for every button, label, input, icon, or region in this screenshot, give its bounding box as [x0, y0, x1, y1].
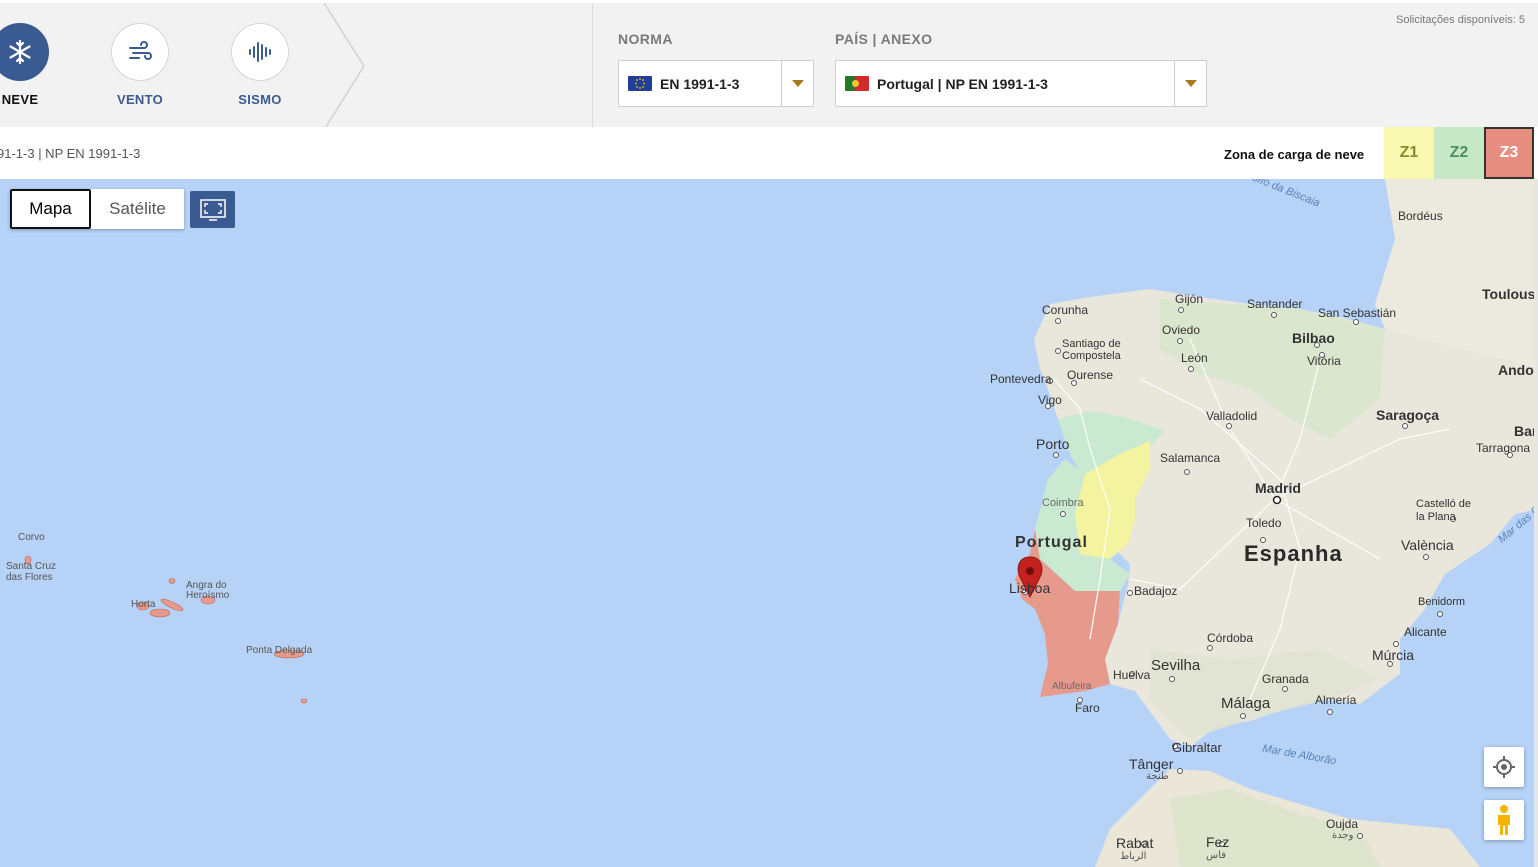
label-santander: Santander — [1247, 297, 1303, 311]
label-rabat-ar: الرباط — [1120, 851, 1147, 862]
label-espanha: Espanha — [1244, 541, 1343, 566]
label-madrid: Madrid — [1255, 480, 1301, 496]
label-angra: Angra do Heroísmo — [186, 580, 230, 601]
label-toulouse: Toulouse — [1482, 286, 1538, 302]
norm-breadcrumb: 91-1-3 | NP EN 1991-1-3 — [0, 146, 141, 161]
label-saragoca: Saragoça — [1376, 407, 1440, 423]
fullscreen-button[interactable] — [190, 191, 235, 228]
label-bordeus: Bordéus — [1398, 209, 1443, 223]
label-oujda: Oujda — [1326, 817, 1359, 831]
scrollbar[interactable] — [1534, 179, 1538, 867]
my-location-button[interactable] — [1484, 747, 1524, 787]
label-fez: Fez — [1206, 834, 1230, 850]
label-lisboa: Lisboa — [1009, 580, 1051, 596]
label-ponta-delgada: Ponta Delgada — [246, 645, 313, 656]
chevron-divider — [323, 3, 365, 130]
label-valencia: València — [1401, 537, 1454, 553]
street-view-pegman-button[interactable] — [1484, 800, 1524, 840]
label-castello: Castelló de la Plana — [1416, 498, 1472, 523]
zone-z1-button[interactable]: Z1 — [1384, 127, 1434, 179]
load-type-vento-button[interactable]: VENTO — [100, 23, 180, 107]
label-tarragona: Tarragona — [1476, 441, 1531, 455]
label-bilbao: Bilbao — [1292, 330, 1335, 346]
pais-anexo-select[interactable]: Portugal | NP EN 1991-1-3 — [835, 60, 1207, 107]
header-divider — [592, 3, 593, 130]
eu-flag-icon — [628, 76, 652, 91]
label-horta: Horta — [131, 599, 156, 610]
madrid-capital-dot — [1272, 495, 1282, 505]
load-type-vento-label: VENTO — [116, 92, 164, 107]
norma-dropdown-toggle[interactable] — [781, 61, 813, 106]
label-albufeira: Albufeira — [1052, 681, 1092, 692]
label-vitoria: Vitória — [1307, 354, 1341, 368]
label-murcia: Múrcia — [1372, 647, 1415, 663]
pais-title: PAÍS | ANEXO — [835, 31, 933, 47]
label-cordoba: Córdoba — [1207, 631, 1254, 645]
fullscreen-icon — [199, 198, 226, 221]
map-type-control: Mapa Satélite — [10, 189, 184, 229]
label-gibraltar: Gibraltar — [1172, 740, 1222, 755]
label-tanger-ar: طنجة — [1146, 771, 1169, 782]
portugal-flag-icon — [845, 76, 869, 91]
satellite-view-button[interactable]: Satélite — [91, 189, 184, 229]
label-faro: Faro — [1075, 701, 1100, 715]
label-alicante: Alicante — [1404, 625, 1447, 639]
map-canvas — [24, 179, 1538, 867]
label-ourense: Ourense — [1067, 368, 1114, 382]
label-corvo: Corvo — [18, 532, 45, 543]
caret-down-icon — [791, 80, 804, 87]
label-tanger: Tânger — [1129, 756, 1174, 772]
label-santa-cruz: Santa Cruz das Flores — [6, 561, 57, 583]
label-badajoz: Badajoz — [1134, 584, 1178, 598]
zone-z3-button[interactable]: Z3 — [1484, 127, 1534, 179]
snowflake-icon — [0, 23, 49, 81]
seismic-wave-icon — [231, 23, 289, 81]
azores-islands — [24, 555, 308, 704]
label-san-sebastian: San Sebastián — [1318, 306, 1397, 320]
label-sevilha: Sevilha — [1151, 657, 1201, 674]
pegman-icon — [1498, 805, 1510, 835]
norma-value: EN 1991-1-3 — [660, 75, 740, 92]
wind-icon — [111, 23, 169, 81]
label-rabat: Rabat — [1116, 835, 1154, 851]
label-salamanca: Salamanca — [1160, 451, 1221, 465]
label-corunha: Corunha — [1042, 303, 1089, 317]
label-santiago: Santiago de Compostela — [1062, 338, 1121, 362]
zone-legend-label: Zona de carga de neve — [1224, 147, 1365, 162]
label-pontevedra: Pontevedra — [990, 372, 1052, 386]
load-type-sismo-label: SISMO — [238, 92, 282, 107]
label-almeria: Almería — [1315, 693, 1357, 707]
pais-value: Portugal | NP EN 1991-1-3 — [877, 75, 1048, 92]
label-portugal: Portugal — [1015, 534, 1088, 551]
label-oviedo: Oviedo — [1162, 323, 1201, 337]
label-valladolid: Valladolid — [1206, 409, 1258, 423]
zone-info-strip: 91-1-3 | NP EN 1991-1-3 Zona de carga de… — [0, 127, 1538, 179]
load-type-neve-label: NEVE — [1, 92, 39, 107]
load-type-sismo-button[interactable]: SISMO — [220, 23, 300, 107]
label-benidorm: Benidorm — [1418, 596, 1466, 608]
label-andorra: Andor — [1498, 362, 1538, 378]
load-type-neve-button[interactable]: NEVE — [0, 23, 60, 107]
norma-title: NORMA — [618, 31, 673, 47]
label-gijon: Gijón — [1175, 292, 1204, 306]
label-porto: Porto — [1036, 436, 1070, 452]
crosshair-icon — [1493, 756, 1515, 778]
label-toledo: Toledo — [1246, 516, 1282, 530]
label-granada: Granada — [1262, 672, 1309, 686]
label-huelva: Huelva — [1113, 668, 1151, 682]
pais-dropdown-toggle[interactable] — [1174, 61, 1206, 106]
zone-z2-button[interactable]: Z2 — [1434, 127, 1484, 179]
map-view-button[interactable]: Mapa — [10, 189, 91, 229]
map-view[interactable]: Golfo da Biscaia Bordéus Toulouse Gijón … — [0, 179, 1538, 867]
load-type-header: NEVE VENTO SISMO NORMA EN 1991-1-3 PAÍS … — [0, 0, 1538, 130]
label-fez-ar: فاس — [1206, 850, 1227, 861]
norma-select[interactable]: EN 1991-1-3 — [618, 60, 814, 107]
caret-down-icon — [1184, 80, 1197, 87]
label-vigo: Vigo — [1038, 393, 1062, 407]
label-leon: León — [1181, 351, 1208, 365]
label-coimbra: Coimbra — [1042, 497, 1084, 509]
label-malaga: Málaga — [1221, 695, 1271, 712]
label-oujda-ar: وجدة — [1332, 830, 1354, 841]
requests-available: Solicitações disponíveis: 5 — [1395, 14, 1525, 26]
